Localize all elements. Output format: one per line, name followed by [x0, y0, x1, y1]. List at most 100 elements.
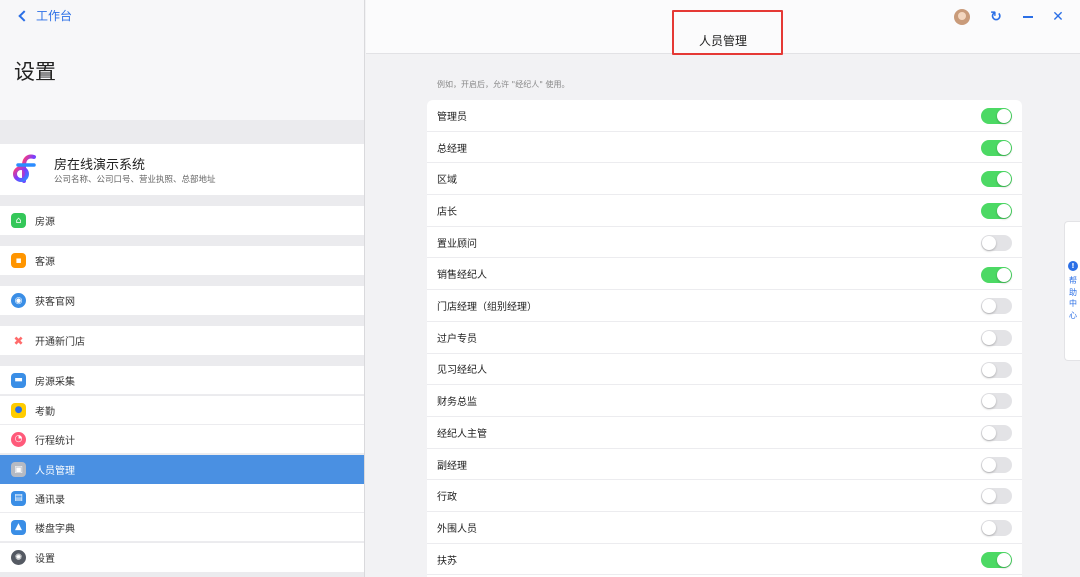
- role-label: 门店经理（组别经理）: [437, 302, 537, 314]
- house-icon: ⌂: [11, 213, 26, 228]
- role-toggle[interactable]: [981, 298, 1012, 315]
- info-icon: !: [1068, 261, 1078, 271]
- pinwheel-icon: ✖: [13, 333, 24, 348]
- role-label: 经纪人主管: [437, 428, 487, 440]
- role-label: 财务总监: [437, 397, 477, 409]
- menu-item-label: 设置: [35, 554, 55, 565]
- menu-item-label: 获客官网: [35, 297, 75, 308]
- building-icon: ▲: [11, 519, 26, 535]
- role-label: 总经理: [437, 143, 467, 155]
- page-title: 设置: [14, 60, 56, 84]
- menu-item-attendance[interactable]: ● 考勤: [0, 396, 364, 425]
- role-row: 门店经理（组别经理）: [427, 290, 1022, 322]
- menu-item-label: 房源: [35, 217, 55, 228]
- chart-icon: ◔: [11, 431, 26, 447]
- role-label: 外围人员: [437, 523, 477, 535]
- menu-item-website[interactable]: ◉ 获客官网: [0, 286, 364, 315]
- help-center-tab[interactable]: ! 帮助中心: [1064, 221, 1080, 361]
- menu-item-settings[interactable]: ✺ 设置: [0, 543, 364, 572]
- role-label: 区域: [437, 175, 457, 187]
- role-label: 店长: [437, 206, 457, 218]
- close-icon[interactable]: ✕: [1050, 9, 1066, 25]
- role-toggle[interactable]: [981, 329, 1012, 346]
- menu-item-trip-stats[interactable]: ◔ 行程统计: [0, 425, 364, 454]
- avatar-face-icon: [958, 12, 966, 20]
- role-toggle[interactable]: [981, 361, 1012, 378]
- role-row: 外围人员: [427, 512, 1022, 544]
- avatar[interactable]: [954, 9, 970, 25]
- role-row: 财务总监: [427, 385, 1022, 417]
- company-name: 房在线演示系统: [54, 158, 146, 173]
- role-row: 经纪人主管: [427, 417, 1022, 449]
- role-row: 行政: [427, 480, 1022, 513]
- sidebar-header: 工作台 设置: [0, 0, 364, 120]
- minimize-icon[interactable]: [1020, 9, 1036, 25]
- role-row: 店长: [427, 195, 1022, 227]
- globe-icon: ◉: [11, 293, 26, 308]
- role-label: 行政: [437, 492, 457, 504]
- menu-item-new-store[interactable]: ✖ 开通新门店: [0, 326, 364, 355]
- company-subtitle: 公司名称、公司口号、营业执照、总部地址: [54, 175, 216, 185]
- company-card[interactable]: 房在线演示系统 公司名称、公司口号、营业执照、总部地址: [0, 144, 364, 195]
- gear-icon: ✺: [11, 550, 26, 565]
- hint-text: 例如，开启后，允许 "经纪人" 使用。: [437, 80, 570, 89]
- map-pin-icon: ●: [11, 402, 26, 418]
- role-row: 区域: [427, 163, 1022, 196]
- menu-item-staff-management[interactable]: ▣ 人员管理: [0, 455, 364, 484]
- menu-item-label: 开通新门店: [35, 337, 85, 348]
- menu-item-label: 考勤: [35, 406, 55, 418]
- title-bar: 人员管理 ↻ ✕: [366, 0, 1080, 55]
- role-row: 过户专员: [427, 322, 1022, 354]
- role-list: 管理员 总经理 区域 店长 置业顾问 销售经纪人 门店经理（组别经理） 过户专员…: [427, 100, 1022, 577]
- role-toggle[interactable]: [981, 139, 1012, 156]
- role-toggle[interactable]: [981, 266, 1012, 283]
- role-row: 管理员: [427, 100, 1022, 132]
- role-row: 销售经纪人: [427, 259, 1022, 291]
- role-toggle[interactable]: [981, 203, 1012, 220]
- role-label: 销售经纪人: [437, 270, 487, 282]
- menu-item-contacts[interactable]: ▤ 通讯录: [0, 484, 364, 513]
- back-label: 工作台: [36, 9, 73, 23]
- company-logo-icon: [13, 154, 36, 183]
- menu-item-label: 楼盘字典: [35, 523, 75, 535]
- menu-item-listings[interactable]: ⌂ 房源: [0, 206, 364, 235]
- menu-item-label: 通讯录: [35, 494, 65, 506]
- person-card-icon: ▣: [11, 462, 26, 477]
- role-toggle[interactable]: [981, 520, 1012, 537]
- role-toggle[interactable]: [981, 108, 1012, 124]
- role-row: 总经理: [427, 132, 1022, 164]
- role-toggle[interactable]: [981, 425, 1012, 441]
- chevron-left-icon: [18, 10, 30, 22]
- folder-icon: ▬: [11, 372, 26, 388]
- role-row: 见习经纪人: [427, 354, 1022, 386]
- role-toggle[interactable]: [981, 171, 1012, 188]
- menu-item-label: 客源: [35, 257, 55, 268]
- role-label: 置业顾问: [437, 238, 477, 250]
- role-row: 副经理: [427, 449, 1022, 481]
- menu-item-collect[interactable]: ▬ 房源采集: [0, 366, 364, 395]
- role-row: 置业顾问: [427, 227, 1022, 259]
- refresh-icon[interactable]: ↻: [988, 9, 1004, 25]
- role-row: 扶苏: [427, 544, 1022, 576]
- menu-item-label: 房源采集: [35, 376, 75, 388]
- role-label: 见习经纪人: [437, 365, 487, 377]
- staff-management-panel: 人员管理 ↻ ✕ 例如，开启后，允许 "经纪人" 使用。 管理员 总经理 区域 …: [366, 0, 1080, 577]
- role-toggle[interactable]: [981, 393, 1012, 410]
- role-label: 扶苏: [437, 555, 457, 567]
- menu-item-label: 行程统计: [35, 435, 75, 447]
- back-button[interactable]: 工作台: [18, 7, 73, 24]
- role-toggle[interactable]: [981, 456, 1012, 473]
- menu-item-label: 人员管理: [35, 466, 75, 477]
- role-toggle[interactable]: [981, 488, 1012, 505]
- role-label: 管理员: [437, 111, 467, 123]
- contacts-icon: ▤: [11, 490, 26, 506]
- menu-item-building-dict[interactable]: ▲ 楼盘字典: [0, 513, 364, 542]
- highlight-box: [672, 10, 783, 55]
- menu-item-clients[interactable]: ▪ 客源: [0, 246, 364, 275]
- role-toggle[interactable]: [981, 551, 1012, 568]
- people-icon: ▪: [11, 253, 26, 268]
- role-label: 过户专员: [437, 333, 477, 345]
- help-center-label: 帮助中心: [1069, 276, 1077, 320]
- role-label: 副经理: [437, 460, 467, 472]
- role-toggle[interactable]: [981, 234, 1012, 251]
